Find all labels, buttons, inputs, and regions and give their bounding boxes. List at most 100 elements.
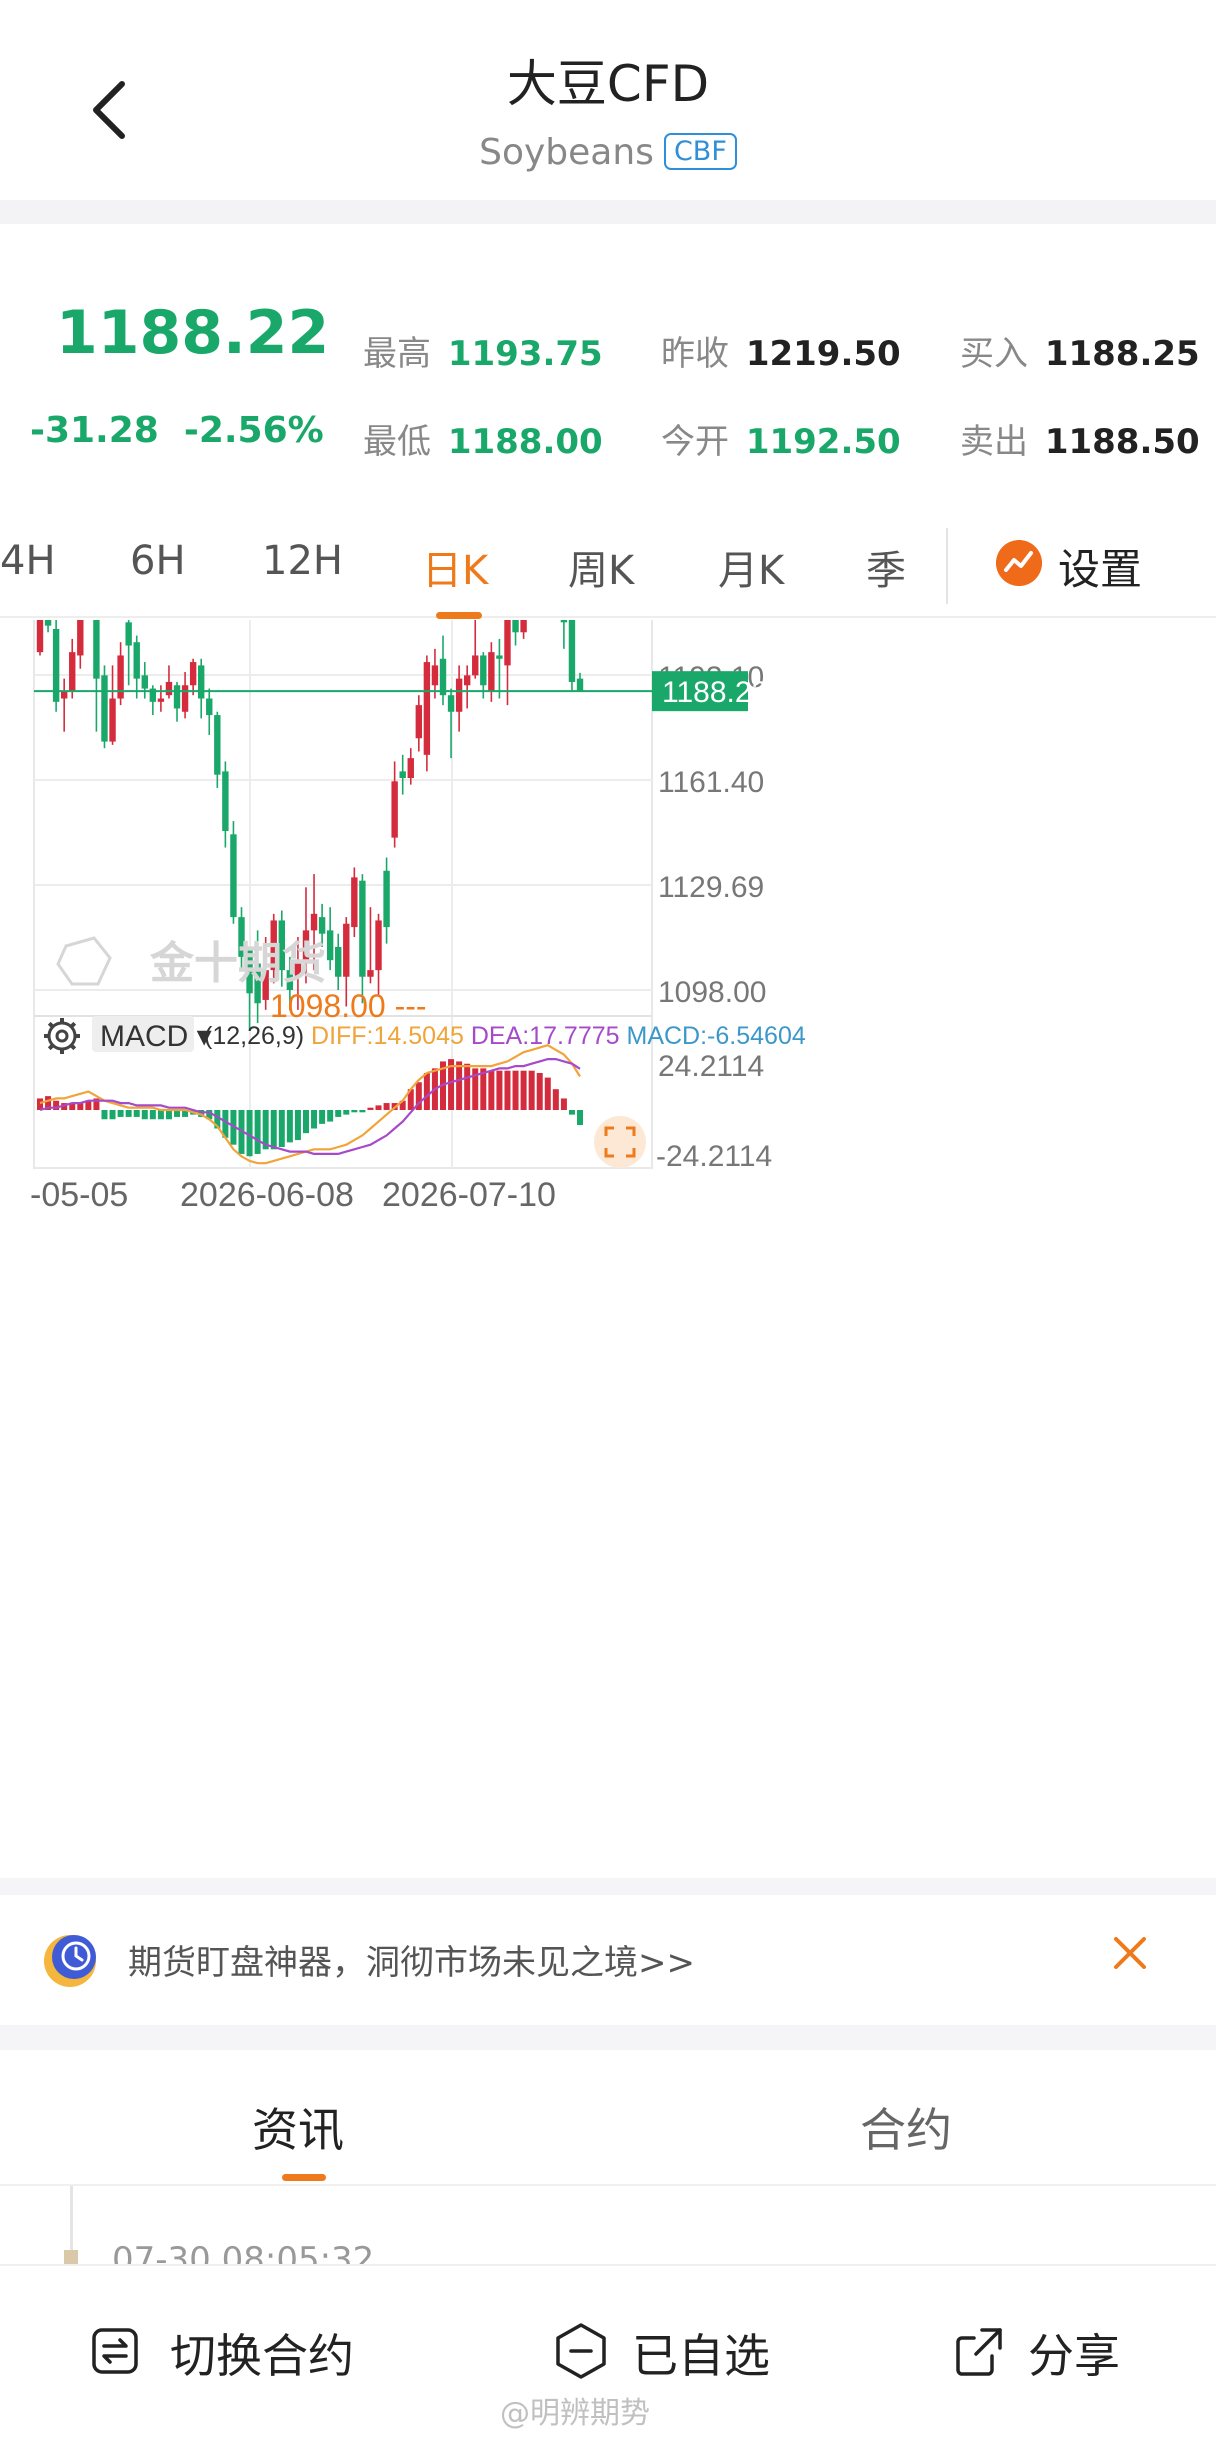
macd-bar [101,1110,108,1120]
tab-4h[interactable]: 4H [0,538,56,584]
candle-body [391,781,398,838]
content-tabs: 资讯 合约 [0,2050,1216,2186]
macd-bar [133,1110,140,1117]
y-tick-label: 1098.00 [658,976,766,1009]
page-title: 大豆CFD [506,55,710,113]
macd-bar [504,1070,511,1110]
macd-bar [488,1070,495,1110]
candle-body [310,913,318,931]
change-value: -31.28 [30,410,159,451]
macd-group [37,1044,584,1165]
macd-y-tick: -24.2114 [656,1140,772,1173]
macd-bar [294,1110,301,1141]
settings-label: 设置 [1058,545,1143,594]
candle-body [214,715,221,775]
candle-body [77,620,84,656]
candle-body [206,698,213,716]
active-tab-indicator [436,612,482,619]
macd-bar [278,1110,285,1148]
macd-bar [520,1070,527,1110]
macd-bar [270,1110,277,1150]
promo-banner[interactable]: 期货盯盘神器，洞彻市场未见之境>> [0,1895,1216,2025]
tab-12h[interactable]: 12H [262,538,343,584]
tab-daily[interactable]: 日K [422,538,488,596]
macd-bar [286,1110,293,1143]
candle-body [189,662,197,686]
candle-body [173,685,181,709]
macd-bar [528,1070,535,1110]
macd-bar [117,1110,124,1117]
exchange-badge: CBF [663,133,737,170]
candle-body [423,662,431,755]
candle-body [480,655,487,686]
macd-bar [456,1061,463,1110]
y-tick-label: 1129.69 [658,871,764,904]
candle-body [520,620,527,633]
current-price-text: 1188.22 [662,676,768,709]
macd-bar [375,1105,382,1110]
candle-body [60,691,68,699]
macd-bar [302,1110,309,1134]
macd-bar [544,1077,551,1110]
macd-bar [423,1072,430,1110]
ask-stat: 卖出 1188.50 [960,414,1200,463]
ask-value: 1188.50 [1044,422,1200,462]
subtitle: Soybeans [479,132,654,173]
bid-stat: 买入 1188.25 [960,326,1200,375]
candles-group [34,620,652,1030]
low-value: 1188.00 [447,422,603,462]
candle-body [109,698,116,742]
close-icon[interactable] [1110,1933,1150,1973]
macd-bar [319,1110,326,1124]
macd-bar [560,1098,567,1110]
macd-bar [359,1110,366,1113]
chart-watermark: 金十期货 [149,938,326,989]
macd-bar [552,1089,559,1110]
min-price-label: 1098.00 --- [270,988,427,1024]
candle-body [157,698,165,702]
watermark-logo-icon [56,936,112,986]
tab-monthly[interactable]: 月K [718,538,784,596]
candle-body [318,917,326,934]
candlestick-chart[interactable]: 1256.501224.801193.101161.401129.691098.… [0,620,1216,1880]
fullscreen-button [594,1116,646,1168]
tab-divider [946,528,948,604]
x-tick-label: -05-05 [30,1176,128,1214]
header: 大豆CFD Soybeans CBF [0,0,1216,200]
macd-bar [311,1110,318,1129]
chart-grid [33,620,653,1169]
candle-body [367,970,374,977]
prev-close-stat: 昨收 1219.50 [661,326,901,375]
macd-y-tick: 24.2114 [658,1050,764,1083]
macd-bar [157,1110,164,1120]
trend-icon [996,540,1042,586]
tab-quarterly[interactable]: 季 [866,538,906,596]
high-label: 最高 [363,334,431,374]
candle-body [36,620,44,653]
candle-body [101,675,108,742]
x-tick-label: 2026-07-10 [382,1176,556,1214]
macd-bar [254,1110,261,1154]
candle-body [230,834,237,918]
macd-gear-icon [44,1018,80,1054]
macd-bar [464,1063,471,1110]
timeline-dot [64,2250,78,2264]
tab-contract[interactable]: 合约 [860,2094,952,2160]
news-timestamp[interactable]: 07-30 08:05:32 [112,2240,374,2266]
tab-news[interactable]: 资讯 [252,2094,344,2160]
candle-body [496,655,503,659]
hexagon-minus-icon [556,2323,606,2379]
candle-body [415,705,423,739]
candle-body [141,675,148,689]
watchlist-label: 已自选 [632,2329,770,2383]
banner-text[interactable]: 期货盯盘神器，洞彻市场未见之境>> [128,1935,695,1984]
tab-weekly[interactable]: 周K [568,538,634,596]
candle-body [359,880,366,977]
macd-bar [327,1110,334,1122]
bid-value: 1188.25 [1044,334,1200,374]
low-label: 最低 [363,422,431,462]
change-percent: -2.56% [183,410,324,451]
tab-6h[interactable]: 6H [130,538,186,584]
section-divider [0,2025,1216,2050]
macd-bar [577,1110,584,1126]
